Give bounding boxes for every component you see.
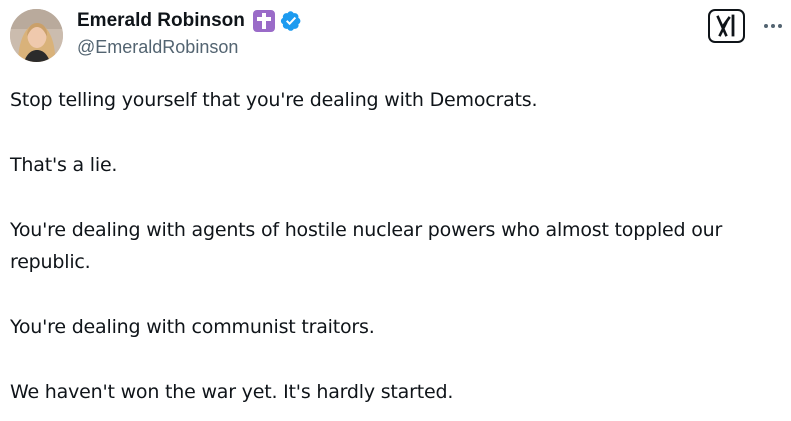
tweet-paragraph: Stop telling yourself that you're dealin… bbox=[10, 89, 538, 111]
author-handle[interactable]: @EmeraldRobinson bbox=[77, 37, 238, 58]
tweet-paragraph: That's a lie. bbox=[10, 154, 118, 176]
avatar[interactable] bbox=[10, 9, 63, 62]
tweet-text: Stop telling yourself that you're dealin… bbox=[10, 84, 785, 408]
tweet-card: Emerald Robinson @EmeraldRobinson Stop t… bbox=[0, 0, 791, 421]
tweet-paragraph: You're dealing with communist traitors. bbox=[10, 316, 375, 338]
tweet-paragraph: You're dealing with agents of hostile nu… bbox=[10, 219, 723, 273]
verified-badge-icon[interactable] bbox=[280, 10, 302, 32]
more-options-icon bbox=[764, 24, 782, 28]
author-name-row: Emerald Robinson bbox=[77, 8, 302, 34]
tweet-paragraph: We haven't won the war yet. It's hardly … bbox=[10, 381, 454, 403]
display-name[interactable]: Emerald Robinson bbox=[77, 10, 245, 32]
latin-cross-icon bbox=[252, 10, 275, 32]
grok-xai-icon bbox=[716, 14, 735, 37]
grok-button[interactable] bbox=[708, 9, 745, 43]
more-options-button[interactable] bbox=[761, 16, 787, 36]
